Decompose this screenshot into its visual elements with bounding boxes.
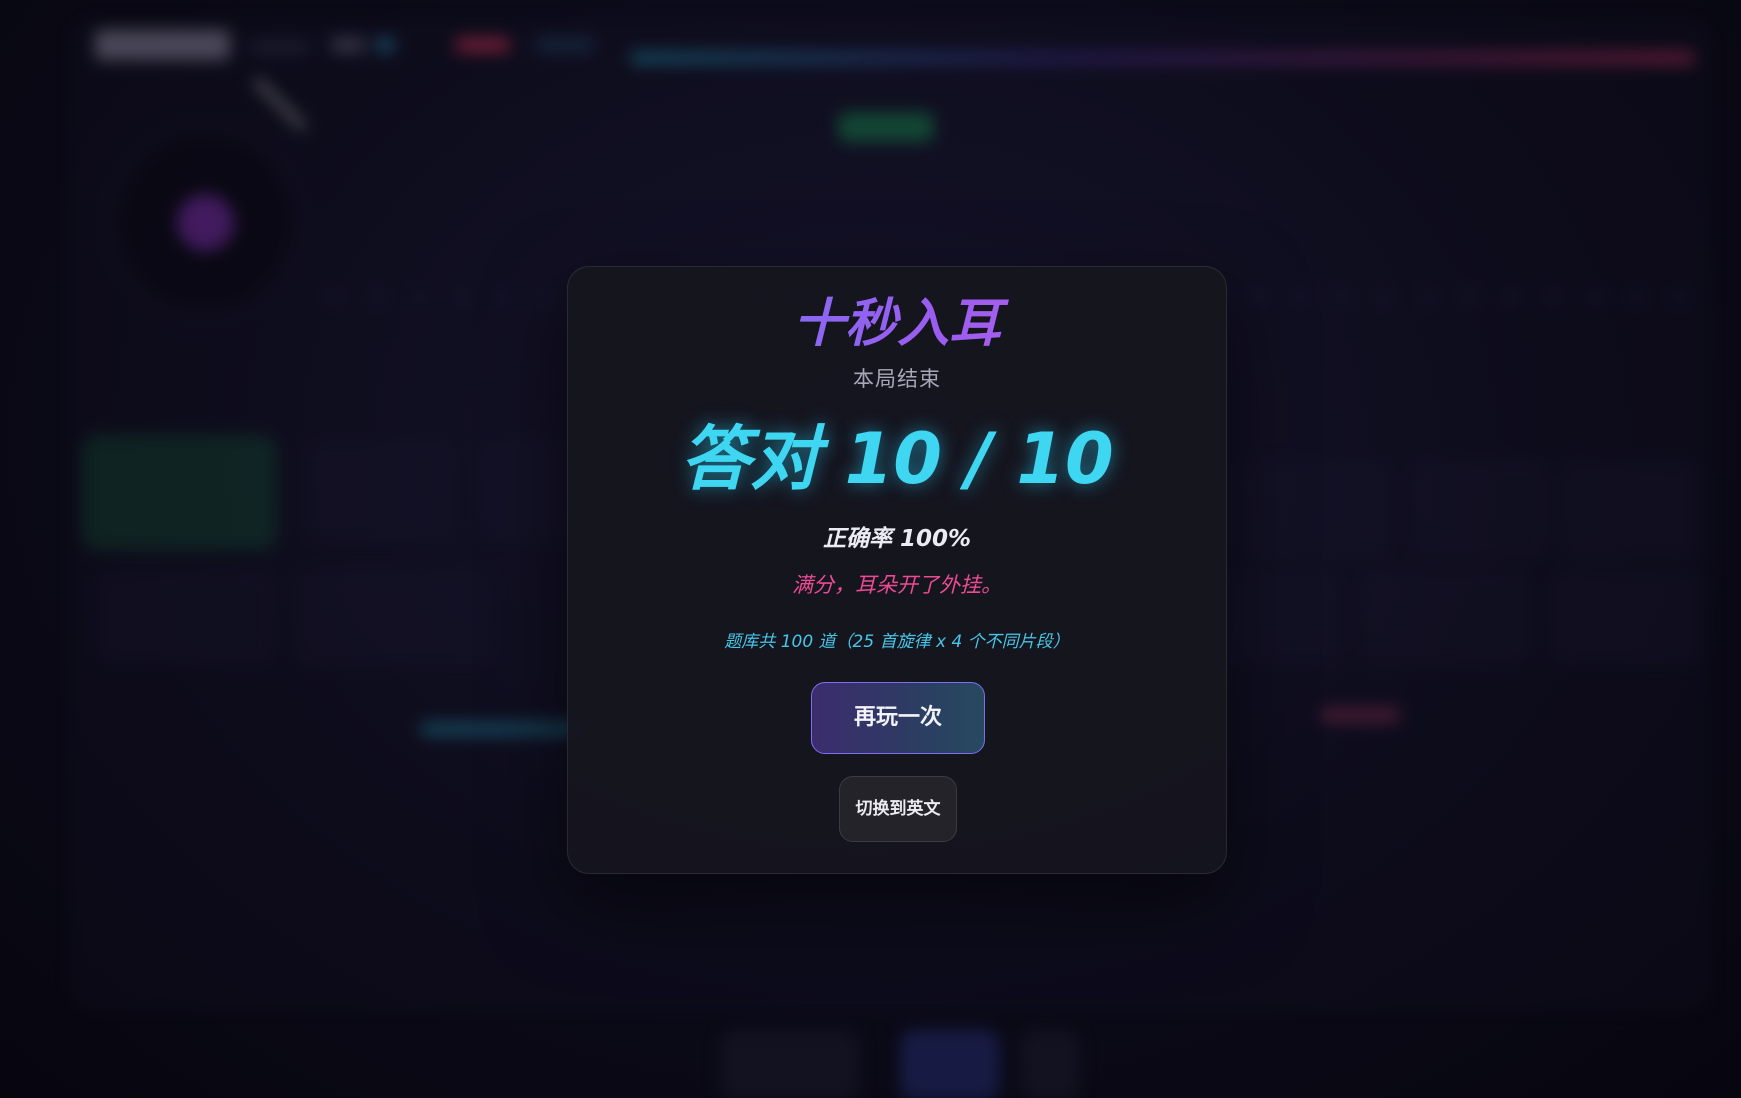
background-option-card <box>1550 570 1700 665</box>
background-chip <box>535 38 595 52</box>
background-chip <box>250 40 310 54</box>
background-chip <box>1320 708 1400 722</box>
game-screen: 十秒入耳 本局结束 答对 10 / 10 正确率 100% 满分，耳朵开了外挂。… <box>0 0 1741 1098</box>
background-chip <box>455 38 510 52</box>
background-footer-pill <box>1020 1030 1080 1098</box>
background-footer-pill <box>720 1030 860 1098</box>
background-option-card <box>1560 460 1700 560</box>
result-comment: 满分，耳朵开了外挂。 <box>792 573 1002 597</box>
background-option-card <box>295 570 495 665</box>
background-option-card <box>305 440 455 540</box>
switch-language-button[interactable]: 切换到英文 <box>839 776 957 842</box>
background-chip <box>420 722 580 736</box>
background-footer-pill <box>900 1030 1000 1098</box>
result-dialog: 十秒入耳 本局结束 答对 10 / 10 正确率 100% 满分，耳朵开了外挂。… <box>567 266 1227 874</box>
background-option-card <box>1410 460 1550 560</box>
background-chip <box>375 38 395 52</box>
background-option-card <box>82 435 277 550</box>
round-over-subtitle: 本局结束 <box>853 367 941 391</box>
background-status-pill <box>838 112 934 142</box>
background-logo <box>95 30 230 60</box>
background-option-card <box>1360 570 1530 665</box>
background-option-card <box>95 570 275 665</box>
background-progress-bar <box>630 52 1695 64</box>
accuracy-text: 正确率 100% <box>822 526 972 552</box>
score-display: 答对 10 / 10 <box>680 418 1114 500</box>
play-again-button[interactable]: 再玩一次 <box>811 682 985 754</box>
question-pool-info: 题库共 100 道（25 首旋律 x 4 个不同片段） <box>724 632 1070 652</box>
background-record-icon <box>118 135 293 310</box>
game-title: 十秒入耳 <box>568 294 1226 355</box>
background-option-card <box>1240 460 1390 560</box>
background-chip <box>330 38 366 52</box>
